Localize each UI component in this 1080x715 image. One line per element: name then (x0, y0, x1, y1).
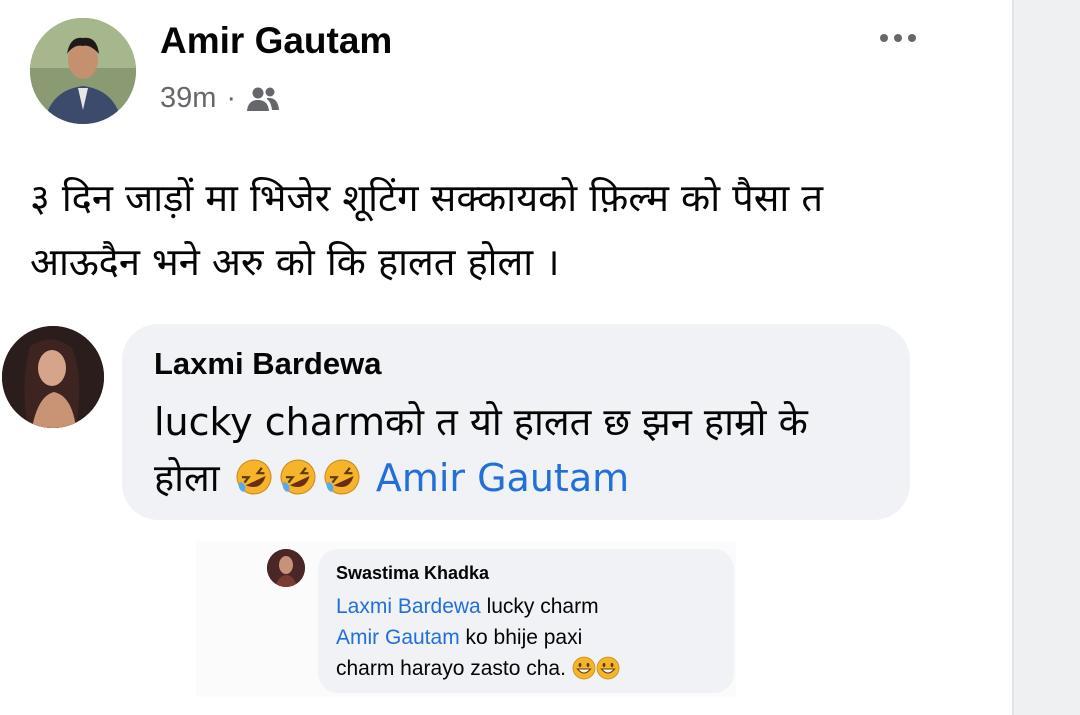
rolling-laughing-emoji (232, 456, 276, 496)
post-text: ३ दिन जाड़ों मा भिजेर शूटिंग सक्कायको फ़… (30, 166, 990, 294)
post-meta: 39m · (160, 82, 280, 115)
more-options-icon[interactable] (880, 26, 928, 50)
reply-text-line: charm harayo zasto cha. (336, 653, 726, 684)
post-time[interactable]: 39m (160, 82, 216, 115)
reply-text-fragment: lucky charm (480, 595, 599, 618)
grinning-emoji (572, 656, 596, 680)
reply-text-fragment: ko bhije paxi (459, 626, 583, 649)
comment-mention[interactable]: Amir Gautam (376, 456, 629, 500)
commenter-avatar[interactable] (2, 326, 104, 428)
meta-separator: · (226, 82, 237, 114)
comment-text-line: lucky charmको त यो हालत छ झन हाम्रो के (154, 400, 808, 444)
more-dot (908, 34, 916, 42)
more-dot (894, 34, 902, 42)
reply-mention[interactable]: Laxmi Bardewa (336, 595, 481, 618)
more-dot (880, 34, 888, 42)
reply-author-name[interactable]: Swastima Khadka (336, 563, 489, 584)
reply-author-avatar[interactable] (267, 549, 305, 587)
rolling-laughing-emoji (276, 456, 320, 496)
grinning-emoji (596, 656, 620, 680)
rolling-laughing-emoji (320, 456, 364, 496)
post-text-line: ३ दिन जाड़ों मा भिजेर शूटिंग सक्कायको फ़… (30, 176, 823, 220)
comment-text-fragment: होला (154, 456, 220, 500)
post-author-avatar[interactable] (30, 18, 136, 124)
friends-icon[interactable] (246, 86, 280, 112)
reply-text-line: Laxmi Bardewa lucky charm (336, 591, 726, 622)
comment-author-name[interactable]: Laxmi Bardewa (154, 346, 381, 382)
reply-text-fragment: charm harayo zasto cha. (336, 657, 566, 680)
post-author-name[interactable]: Amir Gautam (160, 20, 392, 62)
reply-mention[interactable]: Amir Gautam (336, 626, 460, 649)
right-sidebar (1012, 0, 1080, 715)
reply-text: Laxmi Bardewa lucky charm Amir Gautam ko… (336, 591, 726, 684)
post-text-line: आऊदैन भने अरु को कि हालत होला । (30, 240, 560, 284)
comment-text-line2: होला Amir Gautam (154, 450, 884, 506)
comment-text: lucky charmको त यो हालत छ झन हाम्रो के ह… (154, 394, 884, 506)
reply-text-line: Amir Gautam ko bhije paxi (336, 622, 726, 653)
